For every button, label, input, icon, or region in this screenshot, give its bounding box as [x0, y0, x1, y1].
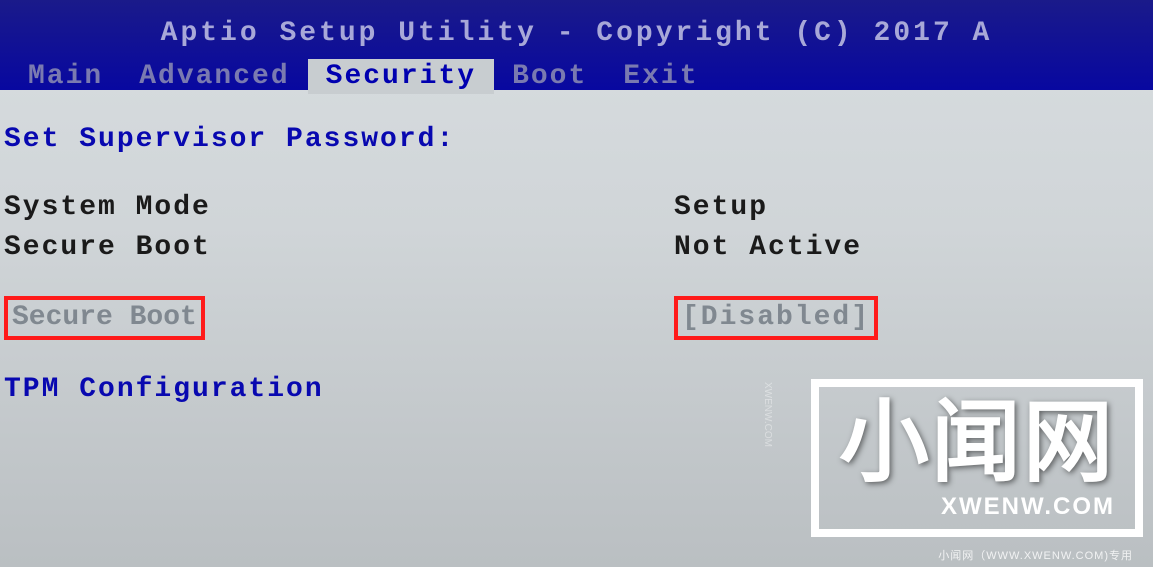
copyright-text: Aptio Setup Utility - Copyright (C) 2017…	[0, 0, 1153, 49]
secure-boot-option-label-wrap: Secure Boot	[4, 296, 674, 340]
secure-boot-status-value: Not Active	[674, 232, 862, 263]
system-mode-value: Setup	[674, 192, 768, 223]
watermark-title: 小闻网	[839, 399, 1115, 489]
secure-boot-option-row[interactable]: Secure Boot [Disabled]	[0, 296, 1153, 340]
menu-security[interactable]: Security	[308, 59, 494, 94]
secure-boot-option-value-wrap: [Disabled]	[674, 296, 878, 340]
watermark-vertical: XWENW.COM	[762, 382, 773, 447]
spacer	[0, 268, 1153, 296]
system-mode-row: System Mode Setup	[0, 188, 1153, 226]
menu-bar: Main Advanced Security Boot Exit	[0, 59, 1153, 94]
watermark-box: 小闻网 XWENW.COM	[811, 379, 1143, 537]
tpm-config-label: TPM Configuration	[4, 374, 324, 405]
secure-boot-option-label: Secure Boot	[4, 296, 205, 340]
secure-boot-status-row: Secure Boot Not Active	[0, 228, 1153, 266]
menu-main[interactable]: Main	[10, 59, 121, 94]
system-mode-label: System Mode	[4, 192, 674, 223]
set-supervisor-row[interactable]: Set Supervisor Password:	[0, 120, 1153, 158]
bios-header: Aptio Setup Utility - Copyright (C) 2017…	[0, 0, 1153, 90]
menu-advanced[interactable]: Advanced	[121, 59, 307, 94]
security-content: Set Supervisor Password: System Mode Set…	[0, 90, 1153, 408]
spacer	[0, 342, 1153, 370]
menu-exit[interactable]: Exit	[605, 59, 716, 94]
watermark-small: 小闻网（WWW.XWENW.COM)专用	[938, 547, 1133, 563]
menu-boot[interactable]: Boot	[494, 59, 605, 94]
set-supervisor-label: Set Supervisor Password:	[4, 124, 455, 155]
watermark-url: XWENW.COM	[839, 493, 1115, 521]
spacer	[0, 160, 1153, 188]
secure-boot-option-value[interactable]: [Disabled]	[674, 296, 878, 340]
secure-boot-status-label: Secure Boot	[4, 232, 674, 263]
